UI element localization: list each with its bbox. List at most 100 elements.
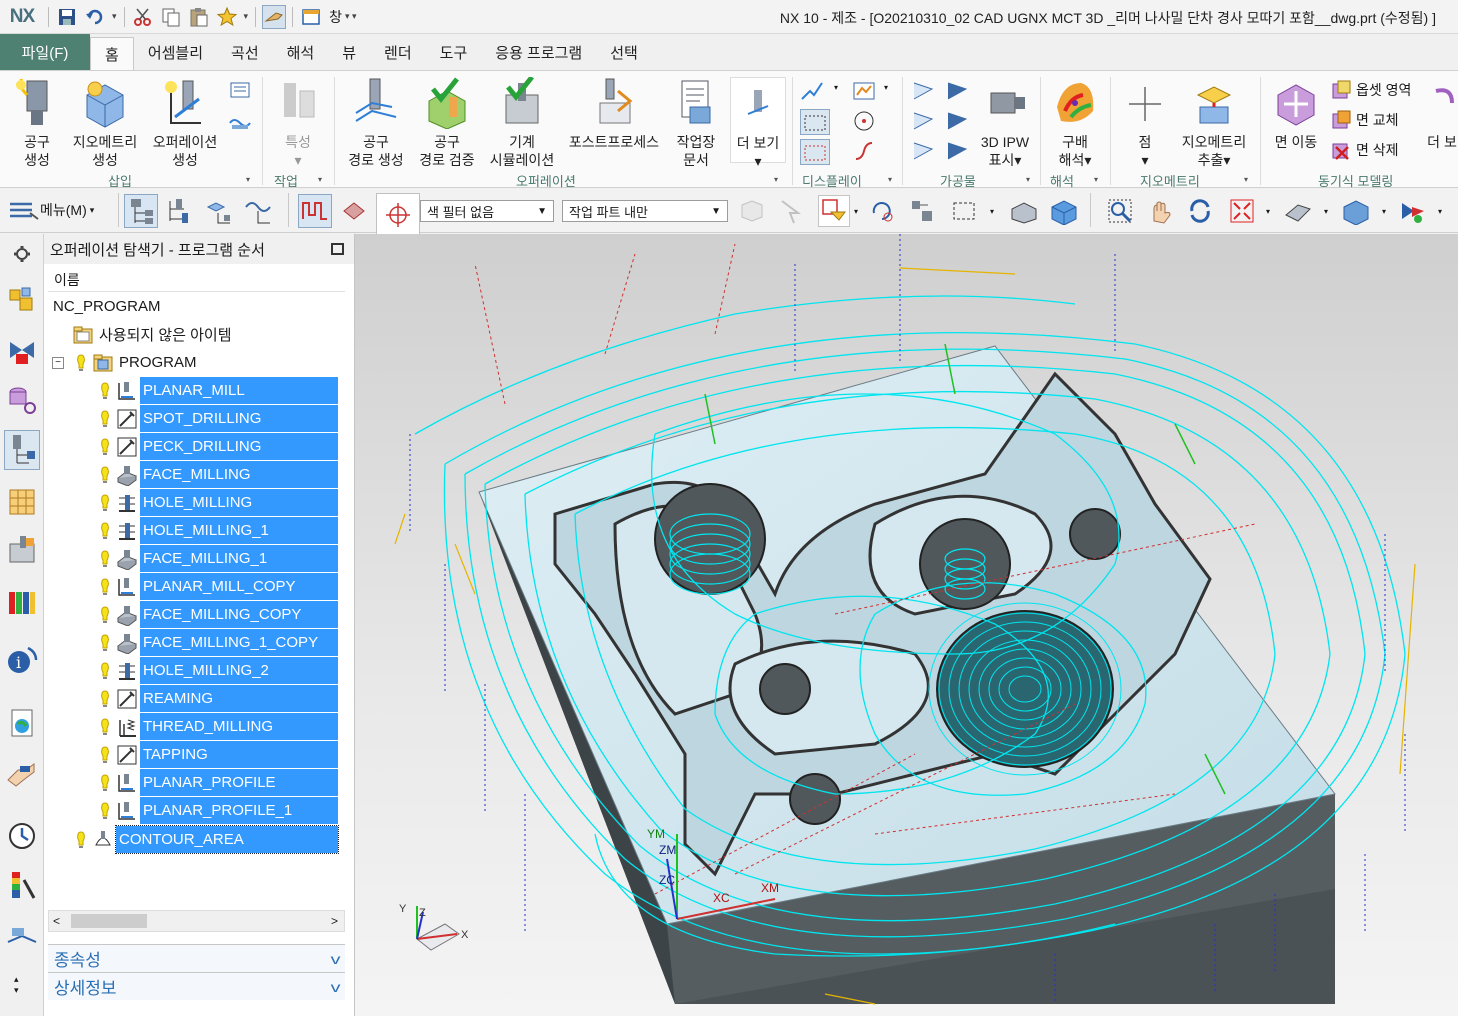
tree-node-operation[interactable]: PLANAR_MILL_COPY (100, 573, 344, 600)
delete-face-button[interactable]: 면 삭제 (1330, 139, 1399, 161)
rotate-icon[interactable] (1186, 197, 1214, 225)
tree-node-operation[interactable]: THREAD_MILLING (100, 713, 344, 740)
selection-scope-dropdown[interactable]: 작업 파트 내만 ▼ (562, 200, 728, 222)
extract-geometry-button[interactable]: 지오메트리 추출▾ (1174, 77, 1254, 169)
fit-view-icon[interactable] (1228, 197, 1256, 225)
orient-view-dropdown-icon[interactable]: ▾ (1324, 207, 1328, 216)
display-ipw-toggle[interactable] (800, 139, 830, 165)
create-program-icon[interactable] (228, 109, 252, 133)
shop-documentation-button[interactable]: 작업장 문서 (668, 77, 724, 169)
web-browser-icon[interactable] (6, 708, 38, 740)
snap-point-filter-button[interactable] (818, 195, 850, 227)
operation-navigator-tab[interactable] (4, 430, 40, 470)
feature-button[interactable]: 특성 ▾ (270, 77, 326, 169)
machine-tool-navigator-icon[interactable] (6, 534, 38, 566)
group-operation-expand-icon[interactable]: ▾ (774, 175, 778, 184)
zoom-icon[interactable] (1106, 197, 1134, 225)
shaded-with-edges-icon[interactable] (1010, 197, 1038, 225)
group-display-expand-icon[interactable]: ▾ (888, 175, 892, 184)
move-face-button[interactable]: 면 이동 (1266, 77, 1326, 151)
resource-bar-scroll-icon[interactable]: ▴ ▾ (14, 974, 19, 996)
tree-node-operation[interactable]: FACE_MILLING (100, 461, 344, 488)
display-toolpath-icon[interactable] (800, 79, 824, 103)
shaded-view-icon[interactable] (1050, 197, 1078, 226)
tree-node-contour-area[interactable]: CONTOUR_AREA (76, 825, 339, 854)
tree-node-unused-items[interactable]: 사용되지 않은 아이템 (72, 321, 235, 348)
scroll-right-icon[interactable]: > (331, 914, 338, 928)
group-analysis-expand-icon[interactable]: ▾ (1094, 175, 1098, 184)
feature-dropdown-icon[interactable]: ▾ (294, 152, 301, 168)
display-settings-dropdown-icon[interactable]: ▾ (884, 83, 888, 92)
workpiece-icon-2[interactable] (946, 79, 970, 103)
tab-application[interactable]: 응용 프로그램 (481, 34, 596, 70)
render-style-icon[interactable] (1342, 197, 1370, 226)
touch-mode-icon[interactable] (262, 4, 287, 29)
restore-icon[interactable] (331, 243, 344, 255)
tab-curve[interactable]: 곡선 (217, 34, 273, 70)
tab-analysis[interactable]: 해석 (273, 34, 329, 70)
geometry-view-button[interactable] (204, 197, 232, 225)
rotate-snap-icon[interactable] (868, 197, 896, 225)
undo-dropdown-icon[interactable]: ▾ (112, 11, 117, 22)
window-menu-dropdown-icon[interactable]: ▾ ▾ (345, 11, 357, 22)
scroll-left-icon[interactable]: < (53, 914, 60, 928)
tree-node-operation[interactable]: PLANAR_MILL (100, 377, 344, 404)
extract-geometry-dropdown-icon[interactable]: ▾ (1223, 152, 1230, 168)
save-icon[interactable] (55, 5, 79, 29)
tree-node-operation[interactable]: PECK_DRILLING (100, 433, 344, 460)
repeat-command-icon[interactable] (215, 5, 239, 29)
pan-icon[interactable] (1146, 197, 1174, 225)
gradient-analysis-dropdown-icon[interactable]: ▾ (1084, 152, 1091, 168)
machine-simulation-button[interactable]: 기계 시뮬레이션 (484, 77, 560, 169)
window-menu[interactable]: 창 (329, 7, 342, 27)
main-menu-button[interactable]: 메뉴(M) ▾ (8, 199, 94, 221)
file-tab[interactable]: 파일(F) (0, 34, 90, 70)
rectangle-select-dropdown-icon[interactable]: ▾ (990, 207, 994, 216)
show-toolpath-toggle[interactable] (298, 194, 332, 228)
machine-navigator-icon[interactable] (6, 486, 38, 518)
curve-icon[interactable] (852, 139, 876, 163)
rectangle-select-icon[interactable] (950, 197, 978, 225)
quick-pick-icon[interactable] (908, 197, 936, 225)
part-navigator-icon[interactable] (6, 384, 38, 416)
postprocess-button[interactable]: 포스트프로세스 (562, 77, 666, 151)
tab-selection[interactable]: 선택 (596, 34, 652, 70)
fit-view-dropdown-icon[interactable]: ▾ (1266, 207, 1270, 216)
tree-node-operation[interactable]: TAPPING (100, 741, 344, 768)
generate-toolpath-button[interactable]: 공구 경로 생성 (340, 77, 412, 169)
gear-icon[interactable] (6, 238, 38, 270)
tab-tools[interactable]: 도구 (426, 34, 482, 70)
group-workpiece-expand-icon[interactable]: ▾ (1026, 175, 1030, 184)
edit-object-display-icon[interactable] (1398, 197, 1426, 225)
graphics-window[interactable]: YM ZM ZC XC XM Y Z X (355, 234, 1458, 1016)
program-order-view-button[interactable] (124, 194, 158, 228)
replace-face-button[interactable]: 면 교체 (1330, 109, 1399, 131)
show-3d-ipw-button[interactable]: 3D IPW 표시▾ (976, 77, 1034, 169)
group-job-expand-icon[interactable]: ▾ (318, 175, 322, 184)
create-method-icon[interactable] (228, 79, 252, 103)
render-style-dropdown-icon[interactable]: ▾ (1382, 207, 1386, 216)
window-icon[interactable] (299, 5, 323, 29)
tab-assembly[interactable]: 어셈블리 (134, 34, 217, 70)
tree-node-operation[interactable]: PLANAR_PROFILE (100, 769, 344, 796)
tab-render[interactable]: 렌더 (370, 34, 426, 70)
show-ipw-toggle[interactable] (340, 197, 368, 225)
workpiece-icon-6[interactable] (946, 139, 970, 163)
undo-icon[interactable] (83, 5, 107, 29)
tree-node-operation[interactable]: HOLE_MILLING_2 (100, 657, 344, 684)
display-blank-toggle[interactable] (800, 109, 830, 135)
workpiece-icon-1[interactable] (912, 79, 936, 103)
tree-node-operation[interactable]: FACE_MILLING_COPY (100, 601, 344, 628)
target-icon[interactable] (852, 109, 876, 133)
dependencies-panel-header[interactable]: 종속성 v (48, 944, 345, 972)
offset-region-button[interactable]: 옵셋 영역 (1330, 79, 1411, 101)
workpiece-icon-3[interactable] (912, 109, 936, 133)
point-dropdown-icon[interactable]: ▾ (1141, 152, 1148, 168)
display-settings-icon[interactable] (852, 79, 876, 103)
info-feed-icon[interactable]: i (6, 644, 38, 676)
paste-icon[interactable] (187, 5, 211, 29)
tree-node-operation[interactable]: REAMING (100, 685, 344, 712)
repeat-dropdown-icon[interactable]: ▾ (244, 11, 249, 22)
create-operation-button[interactable]: 오퍼레이션 생성 (146, 77, 224, 169)
display-dropdown-icon[interactable]: ▾ (834, 83, 838, 92)
